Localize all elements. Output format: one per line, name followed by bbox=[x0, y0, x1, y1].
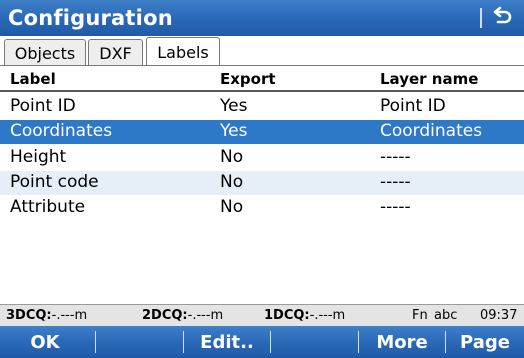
title-separator bbox=[480, 8, 482, 28]
cell-layer-name: Coordinates bbox=[380, 121, 483, 141]
status-time: 09:37 bbox=[480, 308, 518, 323]
back-icon[interactable] bbox=[490, 6, 514, 30]
status-3dcq-label: 3DCQ: bbox=[6, 308, 52, 323]
title-bar: Configuration bbox=[0, 0, 524, 36]
column-header-export[interactable]: Export bbox=[220, 70, 276, 88]
cell-label: Attribute bbox=[10, 197, 86, 217]
status-input-mode: abc bbox=[434, 308, 458, 323]
softkey-bar: OK Edit.. More Page bbox=[0, 326, 524, 358]
tab-labels[interactable]: Labels bbox=[146, 37, 220, 66]
cell-layer-name: Point ID bbox=[380, 96, 446, 116]
edit-button[interactable]: Edit.. bbox=[184, 326, 270, 358]
status-1dcq-label: 1DCQ: bbox=[264, 308, 310, 323]
cell-export: Yes bbox=[220, 96, 248, 116]
table-row[interactable]: Attribute No ----- bbox=[0, 196, 524, 220]
more-button[interactable]: More bbox=[359, 326, 445, 358]
ok-button[interactable]: OK bbox=[0, 326, 90, 358]
tab-dxf[interactable]: DXF bbox=[88, 39, 143, 66]
status-fn: Fn bbox=[412, 308, 428, 323]
status-3dcq-value: -.---m bbox=[51, 308, 88, 323]
tab-objects[interactable]: Objects bbox=[4, 39, 86, 66]
tab-divider bbox=[0, 65, 524, 66]
table-row[interactable]: Height No ----- bbox=[0, 146, 524, 170]
column-header-layer-name[interactable]: Layer name bbox=[380, 70, 478, 88]
cell-layer-name: ----- bbox=[380, 197, 411, 217]
cell-export: No bbox=[220, 172, 244, 192]
status-1dcq: 1DCQ:-.---m bbox=[264, 308, 345, 323]
cell-export: No bbox=[220, 197, 244, 217]
cell-label: Point code bbox=[10, 172, 99, 192]
softkey-f4[interactable] bbox=[271, 326, 357, 358]
status-2dcq-label: 2DCQ: bbox=[142, 308, 188, 323]
page-button[interactable]: Page bbox=[446, 326, 524, 358]
cell-layer-name: ----- bbox=[380, 172, 411, 192]
table-row[interactable]: Point ID Yes Point ID bbox=[0, 95, 524, 119]
cell-label: Point ID bbox=[10, 96, 76, 116]
cell-label: Height bbox=[10, 147, 67, 167]
table-row-selected[interactable]: Coordinates Yes Coordinates bbox=[0, 120, 524, 144]
status-2dcq-value: -.---m bbox=[187, 308, 224, 323]
status-1dcq-value: -.---m bbox=[309, 308, 346, 323]
window-title: Configuration bbox=[8, 6, 173, 30]
status-3dcq: 3DCQ:-.---m bbox=[6, 308, 87, 323]
status-bar: 3DCQ:-.---m 2DCQ:-.---m 1DCQ:-.---m Fn a… bbox=[0, 304, 524, 326]
status-2dcq: 2DCQ:-.---m bbox=[142, 308, 223, 323]
cell-export: Yes bbox=[220, 121, 248, 141]
tab-bar: Objects DXF Labels bbox=[0, 36, 524, 66]
column-header-label[interactable]: Label bbox=[10, 70, 56, 88]
table-row[interactable]: Point code No ----- bbox=[0, 171, 524, 195]
cell-label: Coordinates bbox=[10, 121, 113, 141]
table-header: Label Export Layer name bbox=[0, 67, 524, 92]
cell-layer-name: ----- bbox=[380, 147, 411, 167]
softkey-f2[interactable] bbox=[96, 326, 184, 358]
cell-export: No bbox=[220, 147, 244, 167]
